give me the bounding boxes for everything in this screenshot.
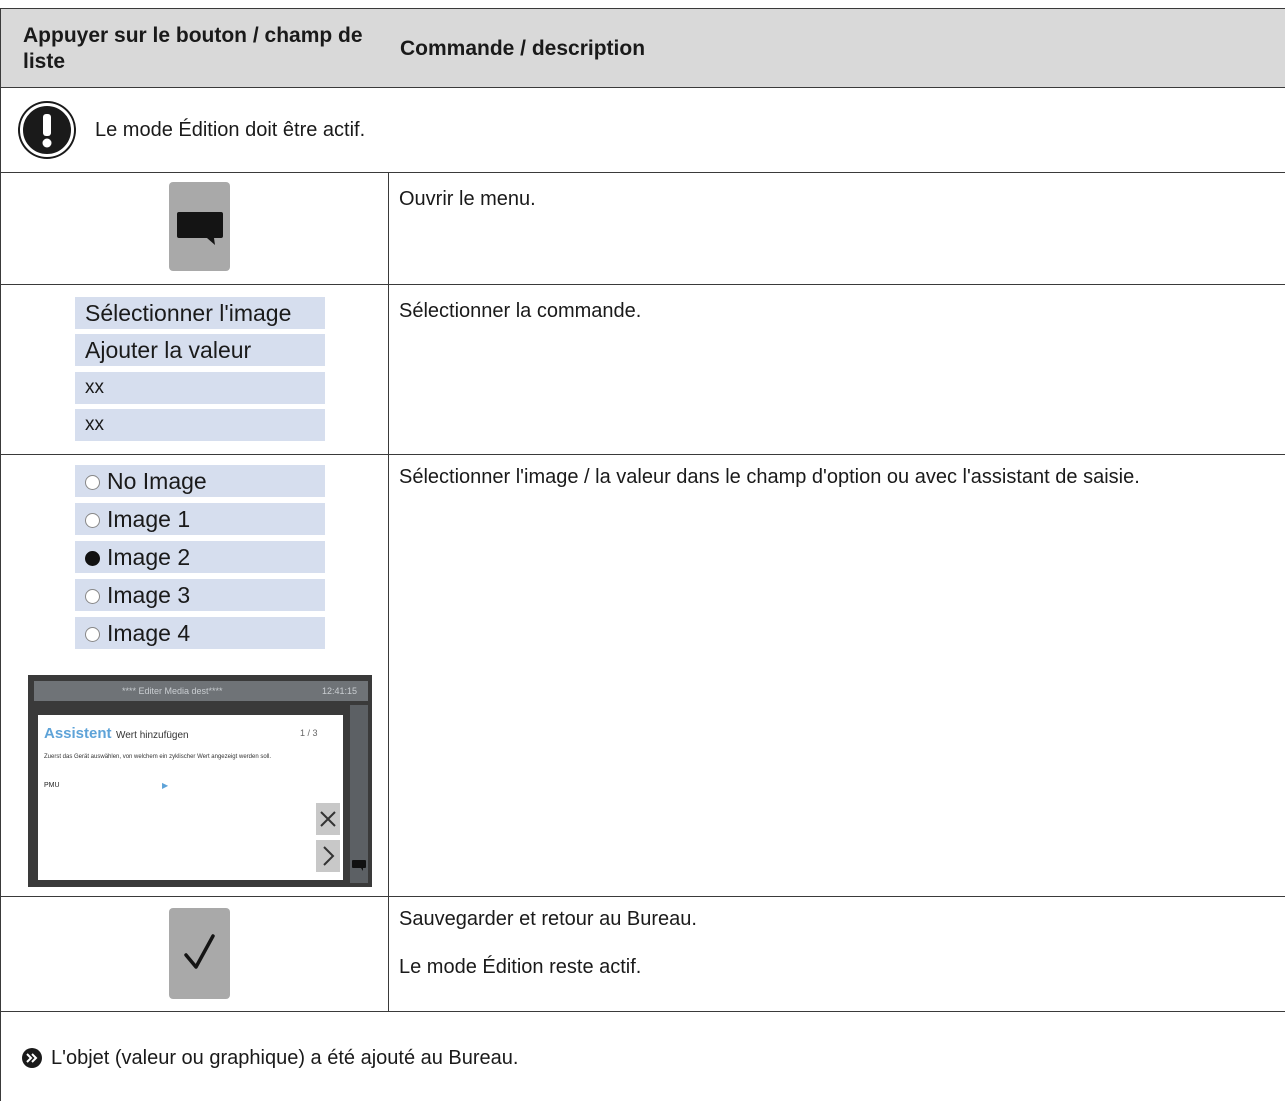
radio-selected-icon: [85, 551, 100, 566]
row4-right: Sauvegarder et retour au Bureau. Le mode…: [388, 896, 1285, 1012]
radio-icon: [85, 513, 100, 528]
radio-icon: [85, 627, 100, 642]
row3-description: Sélectionner l'image / la valeur dans le…: [399, 466, 1140, 488]
row1-left: [0, 172, 389, 285]
close-icon: [320, 811, 336, 827]
menu-item-xx-1[interactable]: xx: [75, 372, 325, 404]
screenshot-topbar: **** Editer Media dest**** 12:41:15: [34, 681, 368, 701]
assistant-screenshot: **** Editer Media dest**** 12:41:15 Assi…: [28, 675, 372, 887]
assistant-next-button[interactable]: [316, 840, 340, 872]
option-label: Image 3: [107, 582, 191, 608]
header-col1: Appuyer sur le bouton / champ de liste: [0, 8, 389, 88]
row1-description: Ouvrir le menu.: [399, 188, 536, 210]
radio-icon: [85, 589, 100, 604]
row3-right: Sélectionner l'image / la valeur dans le…: [388, 454, 1285, 897]
assistant-step: 1 / 3: [300, 728, 318, 738]
assistant-title: Assistent Wert hinzufügen: [44, 725, 189, 743]
row4-description: Sauvegarder et retour au Bureau.: [399, 908, 697, 930]
instruction-table: Appuyer sur le bouton / champ de liste C…: [0, 0, 1285, 1101]
header-col2: Commande / description: [388, 8, 1285, 88]
assistant-field-label: PMU: [44, 782, 60, 789]
assistant-body: Zuerst das Gerät auswählen, von welchem …: [44, 754, 271, 760]
option-no-image[interactable]: No Image: [75, 465, 325, 497]
speech-bubble-icon: [352, 860, 366, 871]
screenshot-topbar-time: 12:41:15: [322, 686, 358, 696]
notice-row: Le mode Édition doit être actif.: [0, 87, 1285, 173]
result-row: L'objet (valeur ou graphique) a été ajou…: [0, 1011, 1285, 1101]
row4-left: [0, 896, 389, 1012]
assistant-close-button[interactable]: [316, 803, 340, 835]
assistant-title-rest: Wert hinzufügen: [115, 730, 189, 741]
row2-left: Sélectionner l'image Ajouter la valeur x…: [0, 284, 389, 455]
assistant-field-value: ▶: [162, 781, 169, 790]
menu-button[interactable]: [169, 182, 230, 271]
menu-item-xx-2[interactable]: xx: [75, 409, 325, 441]
radio-icon: [85, 475, 100, 490]
header-col1-label: Appuyer sur le bouton / champ de liste: [23, 24, 363, 73]
exclamation-icon: [20, 103, 74, 157]
header-col2-label: Commande / description: [400, 37, 646, 60]
option-image-4[interactable]: Image 4: [75, 617, 325, 649]
option-label: Image 2: [107, 544, 191, 570]
save-button[interactable]: [169, 908, 230, 999]
menu-item-select-image[interactable]: Sélectionner l'image: [75, 297, 325, 329]
assistant-panel: Assistent Wert hinzufügen 1 / 3 Zuerst d…: [38, 715, 343, 880]
row1-right: Ouvrir le menu.: [388, 172, 1285, 285]
speech-bubble-icon: [177, 212, 223, 245]
result-text: L'objet (valeur ou graphique) a été ajou…: [51, 1047, 519, 1069]
option-image-3[interactable]: Image 3: [75, 579, 325, 611]
checkmark-icon: [184, 934, 215, 969]
option-label: Image 4: [107, 620, 191, 646]
row4-description2: Le mode Édition reste actif.: [399, 956, 642, 978]
row2-right: Sélectionner la commande.: [388, 284, 1285, 455]
option-label: Image 1: [107, 506, 191, 532]
sidebar-menu-button[interactable]: [351, 857, 367, 873]
option-image-2[interactable]: Image 2: [75, 541, 325, 573]
option-image-1[interactable]: Image 1: [75, 503, 325, 535]
menu-item-add-value[interactable]: Ajouter la valeur: [75, 334, 325, 366]
screenshot-sidebar: [350, 705, 368, 883]
notice-text: Le mode Édition doit être actif.: [95, 119, 366, 141]
row2-description: Sélectionner la commande.: [399, 300, 642, 322]
chevron-right-icon: [323, 846, 335, 866]
double-chevron-circle-icon: [22, 1048, 42, 1068]
assistant-title-accent: Assistent: [44, 725, 112, 742]
option-label: No Image: [107, 468, 207, 494]
screenshot-topbar-title: **** Editer Media dest****: [122, 686, 223, 696]
